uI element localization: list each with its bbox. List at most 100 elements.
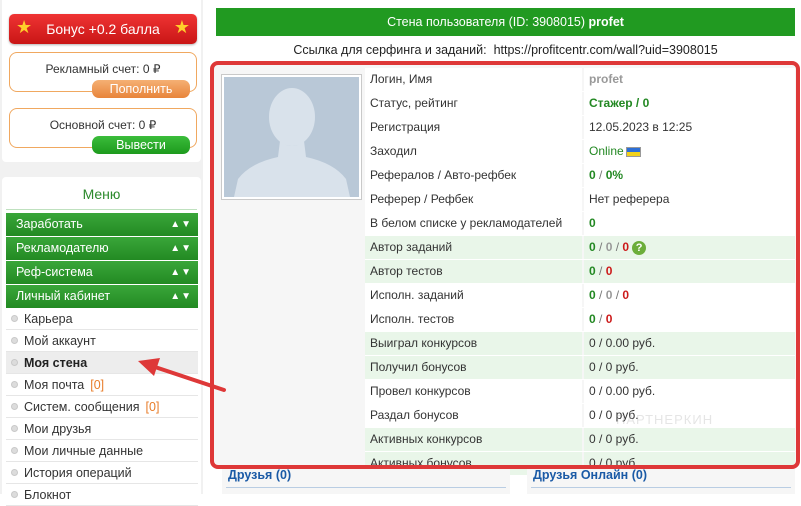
friends-title[interactable]: Друзья (0) — [228, 468, 291, 482]
bullet-icon — [11, 315, 18, 322]
ad-account-label: Рекламный счет: 0 ₽ — [45, 62, 161, 76]
menu-group-label: Реф-система — [16, 265, 93, 279]
surf-link-row: Ссылка для серфинга и заданий: https://p… — [216, 40, 795, 60]
divider — [6, 209, 197, 210]
menu-item-label: Мой аккаунт — [24, 334, 96, 348]
row-key: Рефералов / Авто-рефбек — [365, 164, 582, 187]
row-key: Получил бонусов — [365, 356, 582, 379]
ad-account-box: Рекламный счет: 0 ₽ Пополнить — [9, 52, 197, 98]
count-badge: [0] — [145, 400, 160, 414]
wall-title: Стена пользователя (ID: 3908015) — [387, 15, 586, 29]
menu-item-label: Карьера — [24, 312, 73, 326]
row-key: В белом списке у рекламодателей — [365, 212, 582, 235]
menu-group-label: Рекламодателю — [16, 241, 109, 255]
profile-table: Логин, Имя profet Статус, рейтинг Стажер… — [365, 68, 795, 476]
menu-item-personal-data[interactable]: Мои личные данные — [6, 440, 198, 462]
bullet-icon — [11, 425, 18, 432]
table-row: В белом списке у рекламодателей 0 — [365, 212, 795, 236]
bullet-icon — [11, 469, 18, 476]
menu-item-label: Систем. сообщения — [24, 400, 140, 414]
row-key: Провел конкурсов — [365, 380, 582, 403]
registration-value: 12.05.2023 в 12:25 — [584, 116, 795, 139]
expand-triangles-icon: ▲▼ — [170, 267, 192, 278]
table-row: Заходил Online — [365, 140, 795, 164]
table-row: Раздал бонусов 0 / 0 руб. — [365, 404, 795, 428]
expand-triangles-icon: ▲▼ — [170, 243, 192, 254]
table-row: Реферер / Рефбек Нет реферера — [365, 188, 795, 212]
left-sidebar: ★ Бонус +0.2 балла ★ Рекламный счет: 0 ₽… — [0, 0, 203, 506]
referrer-value: Нет реферера — [584, 188, 795, 211]
wall-username: profet — [588, 15, 624, 29]
stat-value: 0 — [589, 240, 596, 254]
row-key: Исполн. заданий — [365, 284, 582, 307]
main-account-label: Основной счет: 0 ₽ — [49, 118, 157, 132]
main-account-box: Основной счет: 0 ₽ Вывести — [9, 108, 197, 154]
row-key: Автор заданий — [365, 236, 582, 259]
menu-group-referral[interactable]: Реф-система ▲▼ — [6, 261, 198, 284]
menu-group-label: Личный кабинет — [16, 289, 111, 303]
table-row: Получил бонусов 0 / 0 руб. — [365, 356, 795, 380]
menu-item-label: Блокнот — [24, 488, 72, 502]
stat-value: 0 — [589, 264, 596, 278]
expand-triangles-icon: ▲▼ — [170, 291, 192, 302]
table-row: Исполн. тестов 0 / 0 — [365, 308, 795, 332]
row-value: Стажер / 0 — [584, 92, 795, 115]
table-row: Автор тестов 0 / 0 — [365, 260, 795, 284]
menu-group-cabinet[interactable]: Личный кабинет ▲▼ — [6, 285, 198, 308]
menu-item-my-account[interactable]: Мой аккаунт — [6, 330, 198, 352]
row-value: 0 / 0 / 0 — [584, 284, 795, 307]
table-row: Активных конкурсов 0 / 0 руб. — [365, 428, 795, 452]
menu-item-label: История операций — [24, 466, 132, 480]
menu-item-label: Моя почта — [24, 378, 85, 392]
menu-item-career[interactable]: Карьера — [6, 308, 198, 330]
row-key: Логин, Имя — [365, 68, 582, 91]
login-value: profet — [589, 72, 623, 86]
menu-item-my-friends[interactable]: Мои друзья — [6, 418, 198, 440]
menu-title: Меню — [82, 186, 121, 202]
online-status: Online — [589, 144, 624, 158]
menu-item-label: Мои друзья — [24, 422, 92, 436]
bullet-icon — [11, 381, 18, 388]
table-row: Регистрация 12.05.2023 в 12:25 — [365, 116, 795, 140]
top-up-button[interactable]: Пополнить — [92, 80, 190, 98]
table-row: Выиграл конкурсов 0 / 0.00 руб. — [365, 332, 795, 356]
row-value: 0 / 0 руб. — [584, 356, 795, 379]
stat-value: 0 — [589, 312, 596, 326]
menu-item-notepad[interactable]: Блокнот — [6, 484, 198, 506]
table-row: Провел конкурсов 0 / 0.00 руб. — [365, 380, 795, 404]
row-value: Online — [584, 140, 795, 163]
count-badge: [0] — [90, 378, 105, 392]
row-key: Раздал бонусов — [365, 404, 582, 427]
stat-value: 0 — [622, 288, 630, 302]
bonus-button[interactable]: ★ Бонус +0.2 балла ★ — [9, 14, 197, 44]
avatar — [221, 74, 362, 200]
bonus-label: Бонус +0.2 балла — [46, 21, 160, 37]
row-value: 0 / 0% — [584, 164, 795, 187]
stat-value: 0 — [589, 288, 596, 302]
table-row: Логин, Имя profet — [365, 68, 795, 92]
withdraw-button[interactable]: Вывести — [92, 136, 190, 154]
friends-online-section: Друзья Онлайн (0) — [527, 466, 795, 494]
rating-value: 0 — [642, 96, 650, 110]
annotation-arrow-icon — [138, 358, 226, 392]
referrals-count: 0 — [589, 168, 596, 182]
help-icon[interactable]: ? — [632, 240, 647, 255]
row-value: 0 / 0.00 руб. — [584, 332, 795, 355]
row-key: Статус, рейтинг — [365, 92, 582, 115]
table-row: Рефералов / Авто-рефбек 0 / 0% — [365, 164, 795, 188]
watermark: ПАРТНЕРКИН — [616, 412, 714, 427]
row-key: Активных конкурсов — [365, 428, 582, 451]
row-key: Исполн. тестов — [365, 308, 582, 331]
wall-header: Стена пользователя (ID: 3908015) profet — [216, 8, 795, 36]
surf-link-url[interactable]: https://profitcentr.com/wall?uid=3908015 — [494, 43, 718, 57]
stat-value: 0 — [605, 312, 613, 326]
menu-item-history[interactable]: История операций — [6, 462, 198, 484]
status-value: Стажер — [589, 96, 633, 110]
menu-group-label: Заработать — [16, 217, 83, 231]
row-value: 0 / 0 — [584, 260, 795, 283]
friends-online-title[interactable]: Друзья Онлайн (0) — [533, 468, 647, 482]
friends-section: Друзья (0) — [222, 466, 510, 494]
menu-group-earn[interactable]: Заработать ▲▼ — [6, 213, 198, 236]
ukraine-flag-icon — [625, 146, 641, 157]
menu-group-advertiser[interactable]: Рекламодателю ▲▼ — [6, 237, 198, 260]
